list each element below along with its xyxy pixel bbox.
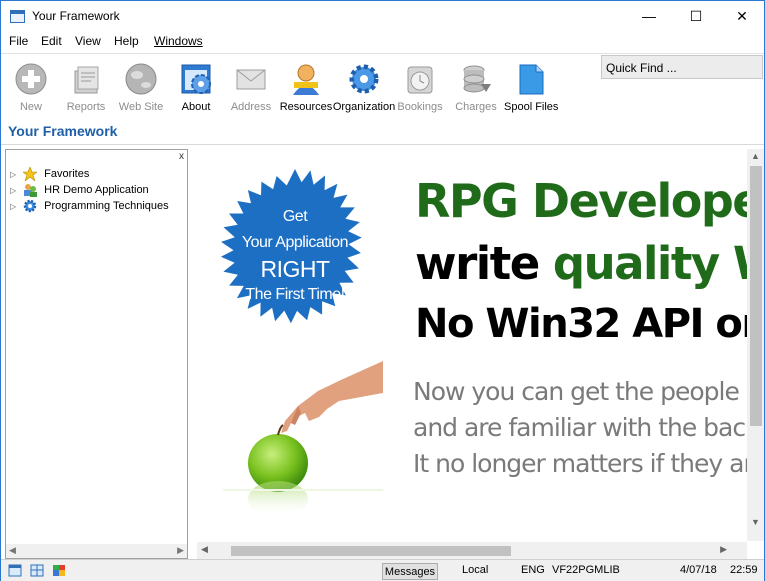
expand-arrow-icon[interactable]: ▷ (10, 199, 20, 211)
time-status: 22:59 (730, 564, 758, 576)
body-line-3: It no longer matters if they are COBOL, (413, 449, 747, 478)
address-label: Address (230, 101, 272, 113)
application-window: Your Framework — ☐ ✕ File Edit View Help… (0, 0, 765, 581)
badge-line: Your Application (241, 234, 349, 251)
plus-circle-icon (14, 62, 48, 96)
window-tile-icon[interactable] (30, 564, 44, 577)
envelope-icon (234, 62, 268, 96)
gear-icon (347, 62, 381, 96)
globe-icon (124, 62, 158, 96)
charges-label: Charges (455, 101, 497, 113)
library-status: VF22PGMLIB (552, 564, 620, 576)
star-icon (22, 166, 38, 182)
charges-button[interactable]: Charges (453, 62, 499, 113)
close-tree-icon[interactable]: x (179, 151, 184, 162)
body-line-2: and are familiar with the back-end syst (413, 413, 747, 442)
about-gear-icon (179, 62, 213, 96)
reports-icon (69, 62, 103, 96)
messages-button[interactable]: Messages (382, 563, 438, 580)
bookings-label: Bookings (397, 101, 443, 113)
headline-line-2: write quality Win (415, 237, 747, 290)
divider (1, 144, 764, 145)
title-bar[interactable]: Your Framework — ☐ ✕ (1, 1, 764, 31)
badge-text: Get Your Application RIGHT The First Tim… (209, 204, 381, 308)
menu-file[interactable]: File (9, 34, 28, 48)
tree-item-favorites[interactable]: ▷ Favorites (10, 166, 90, 183)
vertical-scroll-thumb[interactable] (750, 166, 762, 426)
status-bar: Messages Local ENG VF22PGMLIB 4/07/18 22… (1, 559, 764, 581)
scroll-right-icon[interactable]: ▶ (720, 544, 727, 555)
body-line-1: Now you can get the people who really (413, 377, 747, 406)
bookings-button[interactable]: Bookings (397, 62, 443, 113)
resources-button[interactable]: Resources (278, 62, 334, 113)
organization-button[interactable]: Organization (332, 62, 396, 113)
document-icon (514, 62, 548, 96)
tree-item-programming[interactable]: ▷ Programming Techniques (10, 199, 169, 215)
color-grid-icon[interactable] (52, 564, 66, 577)
apple-hand-image (223, 361, 383, 517)
menu-windows[interactable]: Windows (154, 34, 203, 48)
person-icon (289, 62, 323, 96)
about-button[interactable]: About (177, 62, 215, 113)
window-cascade-icon[interactable] (8, 564, 22, 577)
headline-line-2b: quality Win (552, 237, 747, 290)
reports-button[interactable]: Reports (64, 62, 108, 113)
app-icon (10, 10, 25, 23)
people-icon (23, 183, 38, 197)
headline-line-3: No Win32 API or .NE (415, 301, 747, 347)
scroll-left-icon[interactable]: ◀ (9, 545, 16, 556)
headline-line-2a: write (415, 237, 553, 290)
resources-label: Resources (279, 101, 333, 113)
spool-files-label: Spool Files (504, 101, 559, 113)
website-label: Web Site (118, 101, 164, 113)
scroll-down-icon[interactable]: ▼ (751, 517, 760, 527)
scroll-left-icon[interactable]: ◀ (201, 544, 208, 555)
database-icon (459, 62, 493, 96)
scroll-up-icon[interactable]: ▲ (751, 151, 760, 161)
menu-edit[interactable]: Edit (41, 34, 62, 48)
badge-line: Get (282, 208, 308, 225)
date-status: 4/07/18 (680, 564, 717, 576)
expand-arrow-icon[interactable]: ▷ (10, 183, 20, 195)
framework-title: Your Framework (8, 123, 118, 139)
new-label: New (19, 101, 42, 113)
tree-item-label: Programming Techniques (44, 200, 169, 212)
window-title: Your Framework (32, 9, 120, 23)
tree-item-label: HR Demo Application (44, 184, 149, 196)
clock-icon (403, 62, 437, 96)
tree-item-label: Favorites (44, 168, 90, 180)
navigation-tree: x ▷ Favorites ▷ HR Demo Application ▷ Pr… (5, 149, 188, 559)
reports-label: Reports (66, 101, 106, 113)
new-button[interactable]: New (13, 62, 49, 113)
horizontal-scroll-thumb[interactable] (231, 546, 511, 556)
about-label: About (181, 101, 211, 113)
address-button[interactable]: Address (229, 62, 273, 113)
badge-line: RIGHT (260, 256, 330, 282)
language-status: ENG (521, 564, 545, 576)
headline-line-1: RPG Developers (415, 174, 747, 228)
maximize-button[interactable]: ☐ (673, 1, 719, 31)
spool-files-button[interactable]: Spool Files (504, 62, 558, 113)
website-button[interactable]: Web Site (117, 62, 165, 113)
welcome-banner: Get Your Application RIGHT The First Tim… (197, 149, 747, 541)
location-status: Local (462, 564, 489, 576)
gear-icon (23, 199, 37, 213)
expand-arrow-icon[interactable]: ▷ (10, 167, 20, 179)
menu-help[interactable]: Help (114, 34, 139, 48)
menu-bar: File Edit View Help Windows (1, 31, 764, 51)
tree-item-hr-demo[interactable]: ▷ HR Demo Application (10, 183, 149, 199)
minimize-button[interactable]: — (626, 1, 672, 31)
badge-line: The First Time! (245, 286, 345, 303)
scroll-right-icon[interactable]: ▶ (177, 545, 184, 556)
quick-find-input[interactable]: Quick Find ... (601, 55, 763, 79)
close-button[interactable]: ✕ (719, 1, 765, 31)
tree-horizontal-scrollbar[interactable]: ◀ ▶ (6, 544, 187, 558)
menu-view[interactable]: View (75, 34, 101, 48)
organization-label: Organization (332, 101, 396, 113)
